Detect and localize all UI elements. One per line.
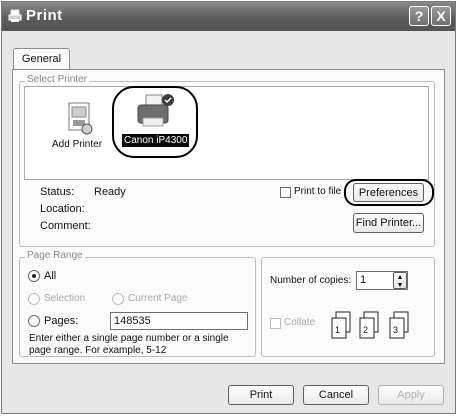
collate-pages-icon	[331, 311, 409, 339]
add-printer-icon	[68, 102, 93, 135]
printer-icon	[8, 9, 22, 22]
number-of-copies-label: Number of copies:	[270, 275, 352, 286]
comment-label: Comment:	[40, 220, 91, 232]
close-button[interactable]: X	[431, 6, 451, 26]
spin-down-icon[interactable]: ▼	[394, 282, 406, 290]
collate-page-3: 3	[393, 325, 399, 335]
select-printer-legend: Select Printer	[25, 74, 90, 85]
collate-checkbox[interactable]	[270, 318, 281, 329]
print-to-file-checkbox[interactable]	[280, 187, 291, 198]
pages-label: Pages:	[44, 315, 79, 327]
find-printer-button[interactable]: Find Printer...	[353, 213, 424, 233]
collate-label: Collate	[284, 317, 316, 328]
collate-page-1: 1	[335, 325, 341, 335]
highlight-oval-preferences	[344, 179, 434, 206]
current-page-label: Current Page	[128, 293, 188, 304]
status-label: Status:	[40, 186, 75, 198]
all-radio[interactable]	[28, 270, 40, 282]
help-button[interactable]: ?	[409, 6, 429, 26]
highlight-oval-printer	[112, 86, 198, 158]
selection-radio[interactable]	[28, 293, 40, 305]
apply-button[interactable]: Apply	[378, 385, 444, 405]
add-printer-item[interactable]: Add Printer	[52, 102, 107, 154]
spin-up-icon[interactable]: ▲	[394, 274, 406, 282]
add-printer-label: Add Printer	[52, 139, 103, 150]
location-label: Location:	[40, 203, 85, 215]
current-page-radio[interactable]	[112, 293, 124, 305]
cancel-button[interactable]: Cancel	[303, 385, 369, 405]
page-range-hint-line1: Enter either a single page number or a s…	[29, 333, 229, 344]
print-button[interactable]: Print	[228, 385, 294, 405]
all-label: All	[44, 270, 57, 282]
collate-page-2: 2	[363, 325, 369, 335]
print-dialog: Print ? X General Select Printer Add Pri…	[1, 1, 456, 414]
title-bar[interactable]: Print ? X	[2, 2, 455, 31]
copies-spinner[interactable]: ▲ ▼	[393, 272, 407, 289]
status-value: Ready	[94, 186, 126, 198]
pages-input[interactable]: 148535	[110, 312, 248, 330]
print-to-file-label: Print to file	[294, 186, 342, 197]
pages-radio[interactable]	[28, 315, 40, 327]
page-range-legend: Page Range	[25, 250, 85, 261]
window-title: Print	[26, 7, 63, 24]
selection-label: Selection	[44, 293, 86, 304]
page-range-hint-line2: page range. For example, 5-12	[29, 345, 167, 356]
tab-general[interactable]: General	[13, 48, 70, 70]
radio-selected-dot	[32, 274, 36, 278]
